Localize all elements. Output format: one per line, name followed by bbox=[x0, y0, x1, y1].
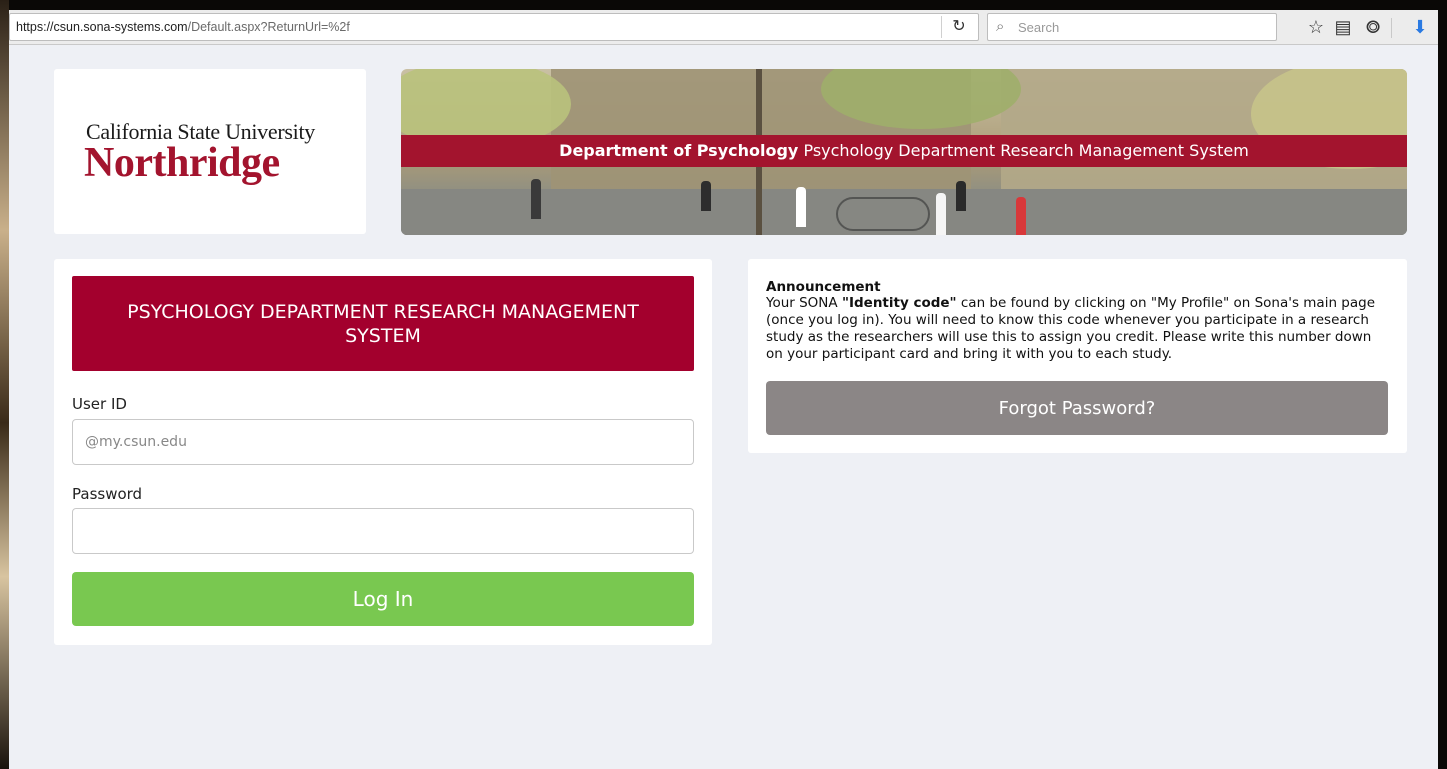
search-placeholder: Search bbox=[1018, 20, 1060, 35]
browser-toolbar: https://csun.sona-systems.com/Default.as… bbox=[9, 10, 1438, 45]
page-content: California State University Northridge D… bbox=[9, 44, 1438, 769]
logo-line2: Northridge bbox=[84, 140, 280, 186]
banner-title: Department of Psychology Psychology Depa… bbox=[401, 135, 1407, 167]
announcement-text-bold: "Identity code" bbox=[841, 295, 957, 311]
url-path: /Default.aspx?ReturnUrl=%2f bbox=[187, 20, 350, 34]
banner-title-strip: Department of Psychology Psychology Depa… bbox=[401, 135, 1407, 167]
announcement-text-pre: Your SONA bbox=[766, 295, 842, 311]
banner-photo-person bbox=[1016, 197, 1026, 235]
forgot-password-button[interactable]: Forgot Password? bbox=[766, 381, 1388, 435]
userid-input[interactable] bbox=[72, 419, 694, 465]
banner-title-rest: Psychology Department Research Managemen… bbox=[798, 141, 1249, 160]
reading-list-icon[interactable]: ▤ bbox=[1332, 16, 1354, 38]
toolbar-divider bbox=[1391, 18, 1392, 38]
banner-photo-person bbox=[531, 179, 541, 219]
announcement-title: Announcement bbox=[766, 279, 881, 295]
login-panel: PSYCHOLOGY DEPARTMENT RESEARCH MANAGEMEN… bbox=[54, 259, 712, 645]
password-label: Password bbox=[72, 485, 143, 503]
banner-photo-person bbox=[936, 193, 946, 235]
banner-title-bold: Department of Psychology bbox=[559, 141, 799, 160]
university-logo[interactable]: California State University Northridge bbox=[54, 69, 366, 234]
login-title: PSYCHOLOGY DEPARTMENT RESEARCH MANAGEMEN… bbox=[127, 301, 639, 347]
login-header: PSYCHOLOGY DEPARTMENT RESEARCH MANAGEMEN… bbox=[72, 276, 694, 371]
banner-photo-person bbox=[796, 187, 806, 227]
browser-window: https://csun.sona-systems.com/Default.as… bbox=[9, 10, 1438, 769]
header-banner: Department of Psychology Psychology Depa… bbox=[401, 69, 1407, 235]
banner-photo-bikes bbox=[836, 197, 930, 231]
url-text: https://csun.sona-systems.com/Default.as… bbox=[16, 20, 350, 34]
star-icon[interactable]: ☆ bbox=[1305, 16, 1327, 38]
login-button[interactable]: Log In bbox=[72, 572, 694, 626]
address-bar[interactable]: https://csun.sona-systems.com/Default.as… bbox=[9, 13, 979, 41]
download-icon[interactable]: ⬇ bbox=[1409, 16, 1431, 38]
search-bar[interactable]: ⌕ Search bbox=[987, 13, 1277, 41]
reload-icon[interactable]: ↻ bbox=[941, 16, 970, 38]
search-icon: ⌕ bbox=[996, 18, 1005, 35]
password-input[interactable] bbox=[72, 508, 694, 554]
desktop-background bbox=[0, 0, 9, 769]
announcement-panel: Announcement Your SONA "Identity code" c… bbox=[748, 259, 1407, 453]
userid-label: User ID bbox=[72, 395, 127, 413]
banner-photo-person bbox=[956, 181, 966, 211]
announcement-body: Your SONA "Identity code" can be found b… bbox=[766, 295, 1378, 363]
banner-photo-person bbox=[701, 181, 711, 211]
url-host: https://csun.sona-systems.com bbox=[16, 20, 188, 34]
pocket-icon[interactable]: ⭗ bbox=[1362, 16, 1384, 38]
